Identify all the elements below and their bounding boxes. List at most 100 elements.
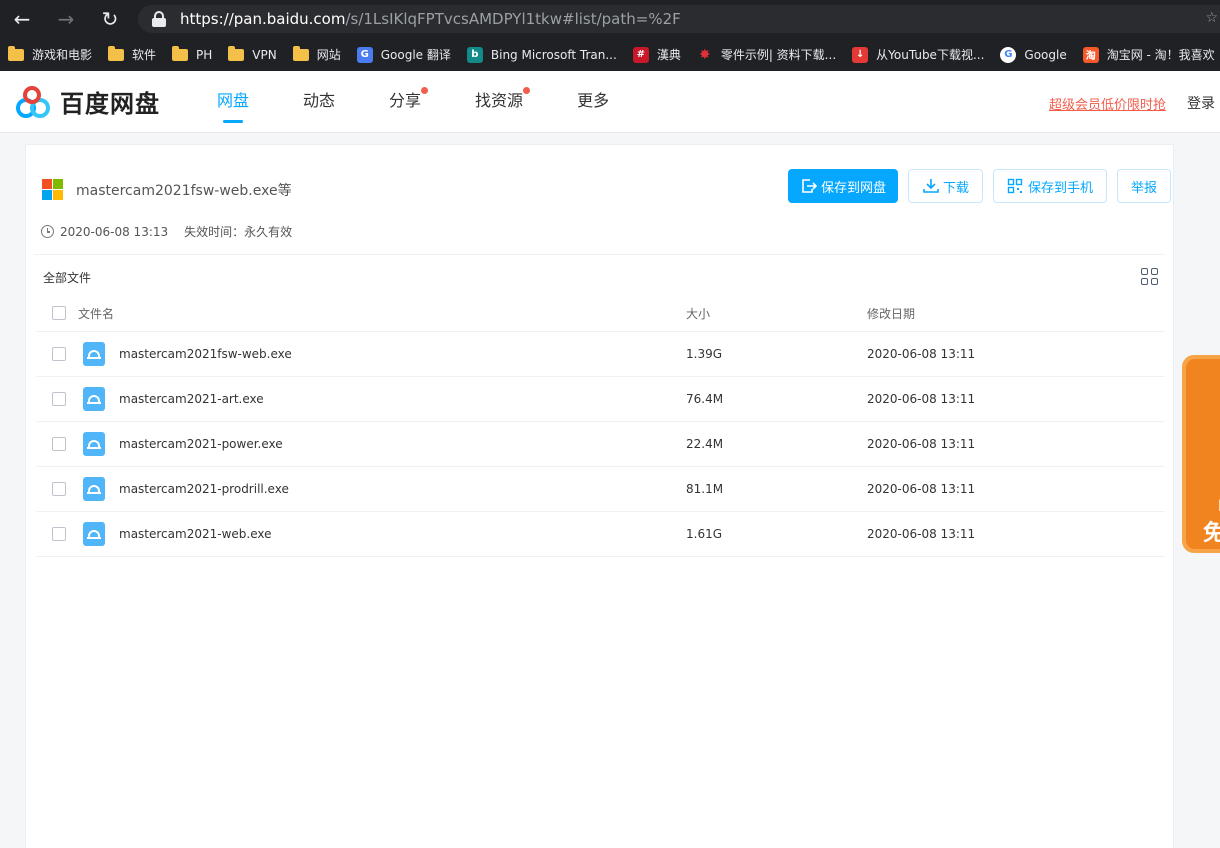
bookmark-zdic[interactable]: # 漢典 [632,46,681,63]
file-name[interactable]: mastercam2021fsw-web.exe [119,347,292,361]
file-date: 2020-06-08 13:11 [867,527,976,541]
file-name[interactable]: mastercam2021-art.exe [119,392,264,406]
table-row[interactable]: mastercam2021-web.exe 1.61G 2020-06-08 1… [36,512,1165,557]
bookmark-folder-games[interactable]: 游戏和电影 [8,45,92,63]
bookmark-bing-translator[interactable]: b Bing Microsoft Tran... [466,46,617,63]
file-name[interactable]: mastercam2021-prodrill.exe [119,482,289,496]
exe-file-icon [83,342,105,366]
exe-file-icon [83,522,105,546]
forward-arrow-icon[interactable]: → [44,0,88,38]
file-size: 81.1M [686,482,724,496]
table-row[interactable]: mastercam2021fsw-web.exe 1.39G 2020-06-0… [36,332,1165,377]
row-checkbox[interactable] [52,437,66,451]
breadcrumb-all-files[interactable]: 全部文件 [43,269,91,286]
table-row[interactable]: mastercam2021-prodrill.exe 81.1M 2020-06… [36,467,1165,512]
file-size: 22.4M [686,437,724,451]
table-row[interactable]: mastercam2021-art.exe 76.4M 2020-06-08 1… [36,377,1165,422]
bookmark-folder-sites[interactable]: 网站 [292,45,341,63]
file-size: 1.39G [686,347,723,361]
grid-view-icon[interactable] [1141,268,1158,285]
windows-file-icon [42,179,63,200]
address-bar[interactable]: https://pan.baidu.com/s/1LsIKlqFPTvcsAMD… [138,5,1220,33]
bookmark-google-translate[interactable]: G Google 翻译 [356,46,451,63]
nav-item-pan[interactable]: 网盘 [217,71,249,133]
google-translate-icon: G [356,46,373,63]
download-icon: ↓ [852,46,869,63]
file-size: 76.4M [686,392,724,406]
share-meta: 2020-06-08 13:13 失效时间：永久有效 [41,223,292,240]
share-expire-time: 失效时间：永久有效 [184,225,293,239]
bookmark-youtube-download[interactable]: ↓ 从YouTube下载视... [852,46,984,63]
row-checkbox[interactable] [52,527,66,541]
row-checkbox[interactable] [52,392,66,406]
nav-item-find-resources[interactable]: 找资源 [475,71,531,133]
share-actions: 保存到网盘 下载 保存到手机 举报 [788,169,1181,203]
notification-dot [421,87,429,94]
folder-icon [108,45,125,61]
lock-icon [152,11,166,27]
bookmark-folder-software[interactable]: 软件 [108,45,156,63]
qr-code-icon [1007,178,1023,194]
bookmarks-bar: 游戏和电影 软件 PH VPN 网站 G Google 翻译 b Bing Micr… [0,38,1220,71]
logo-text: 百度网盘 [60,90,160,118]
divider [34,254,1165,255]
zdic-icon: # [632,46,649,63]
file-date: 2020-06-08 13:11 [867,392,976,406]
file-date: 2020-06-08 13:11 [867,482,976,496]
file-date: 2020-06-08 13:11 [867,347,976,361]
login-link[interactable]: 登录 [1187,93,1215,113]
bookmark-google[interactable]: G Google [1000,46,1067,63]
reload-icon[interactable]: ↻ [88,0,132,38]
exe-file-icon [83,387,105,411]
back-arrow-icon[interactable]: ← [0,0,44,38]
exe-file-icon [83,432,105,456]
file-date: 2020-06-08 13:11 [867,437,976,451]
browser-toolbar: ← → ↻ https://pan.baidu.com/s/1LsIKlqFPT… [0,0,1220,38]
bookmark-folder-vpn[interactable]: VPN [228,45,277,62]
share-created-time: 2020-06-08 13:13 [60,224,169,239]
select-all-checkbox[interactable] [52,306,66,320]
side-promo-banner[interactable]: 网 免 [1182,355,1220,553]
bing-icon: b [466,46,483,63]
share-title-text: mastercam2021fsw-web.exe等 [76,182,292,199]
save-icon [802,179,818,193]
save-to-phone-button[interactable]: 保存到手机 [993,169,1108,203]
folder-icon [228,45,245,61]
url-host: https://pan.baidu.com [180,10,346,28]
bookmark-star-icon[interactable]: ☆ [1205,10,1218,26]
exe-file-icon [83,477,105,501]
nav-item-share[interactable]: 分享 [389,71,429,133]
row-checkbox[interactable] [52,482,66,496]
nav-item-more[interactable]: 更多 [577,71,609,133]
file-name[interactable]: mastercam2021-web.exe [119,527,271,541]
main-nav: 网盘 动态 分享 找资源 更多 [217,71,663,133]
table-header: 文件名 大小 修改日期 [36,295,1165,332]
folder-icon [172,45,189,61]
cloud-logo-icon [14,85,54,119]
vip-promo-link[interactable]: 超级会员低价限时抢 [1049,94,1166,113]
nav-item-feed[interactable]: 动态 [303,71,335,133]
header-size: 大小 [686,306,711,321]
header-date: 修改日期 [867,306,916,321]
file-name[interactable]: mastercam2021-power.exe [119,437,283,451]
table-row[interactable]: mastercam2021-power.exe 22.4M 2020-06-08… [36,422,1165,467]
url-path: /s/1LsIKlqFPTvcsAMDPYl1tkw#list/path=%2F [345,10,681,28]
file-table: 文件名 大小 修改日期 mastercam2021fsw-web.exe 1.3… [36,295,1165,557]
folder-icon [8,45,24,61]
share-card: mastercam2021fsw-web.exe等 2020-06-08 13:… [25,144,1174,848]
report-button[interactable]: 举报 [1117,169,1172,203]
parts-icon: ✸ [696,46,713,63]
row-checkbox[interactable] [52,347,66,361]
folder-icon [292,45,309,61]
download-icon [923,179,939,193]
google-icon: G [1000,46,1017,63]
save-to-pan-button[interactable]: 保存到网盘 [788,169,899,203]
download-button[interactable]: 下载 [908,169,984,203]
bookmark-parts[interactable]: ✸ 零件示例| 资料下载... [696,46,836,63]
site-header: 百度网盘 网盘 动态 分享 找资源 更多 超级会员低价限时抢 登录 [0,71,1220,133]
bookmark-folder-ph[interactable]: PH [172,45,212,62]
taobao-icon: 淘 [1082,46,1099,63]
file-size: 1.61G [686,527,723,541]
bookmark-taobao[interactable]: 淘淘宝网 - 淘！我喜欢 [1082,46,1215,63]
baidu-pan-logo[interactable]: 百度网盘 [14,84,160,119]
